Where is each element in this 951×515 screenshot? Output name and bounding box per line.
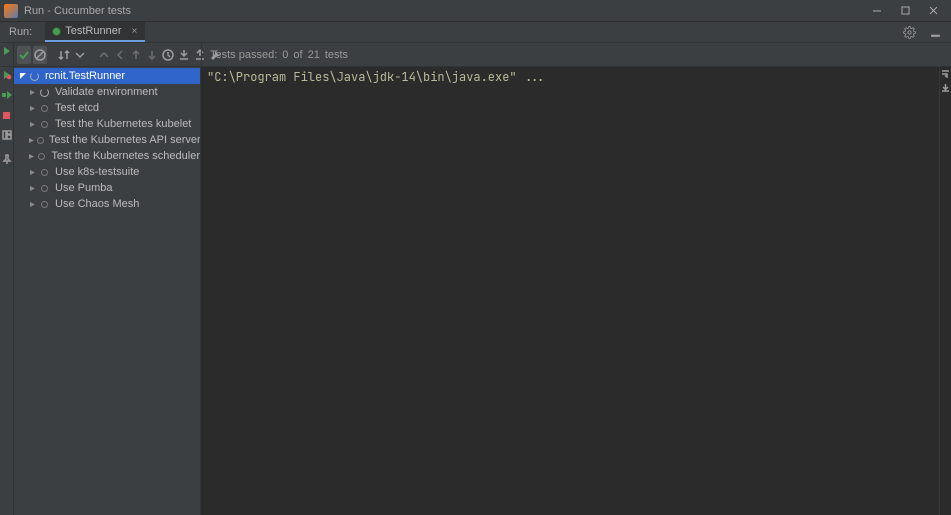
tree-item[interactable]: Use Chaos Mesh [14,196,200,212]
run-bar: Run: TestRunner × [0,22,951,43]
test-tree[interactable]: rcnit.TestRunner Validate environment Tes… [14,67,201,515]
collapse-all-button[interactable] [97,46,111,64]
layout-icon[interactable] [2,130,12,140]
expand-arrow-icon[interactable] [28,168,37,177]
pending-status-icon [39,103,50,114]
stop-icon[interactable] [2,110,12,120]
tree-item-label: Validate environment [55,86,158,98]
left-gutter [0,67,14,515]
rerun-icon[interactable] [2,46,12,56]
tests-suffix: tests [325,49,348,61]
tests-passed-prefix: Tests passed: [210,49,277,61]
expand-arrow-icon[interactable] [28,136,35,145]
rerun-failed-icon[interactable] [2,70,12,80]
pending-status-icon [39,167,50,178]
expand-arrow-icon[interactable] [28,120,37,129]
tree-root-label: rcnit.TestRunner [45,70,125,82]
pin-icon[interactable] [2,154,12,164]
tests-total: 21 [308,49,320,61]
tree-item-label: Use k8s-testsuite [55,166,139,178]
pending-status-icon [39,199,50,210]
tests-passed-count: 0 [282,49,288,61]
tree-root-row[interactable]: rcnit.TestRunner [14,68,200,84]
tree-item[interactable]: Test etcd [14,100,200,116]
pending-status-icon [37,135,44,146]
running-spinner-icon [29,71,40,82]
tab-label: TestRunner [65,25,121,37]
toggle-auto-test-icon[interactable] [2,90,12,100]
pending-status-icon [39,183,50,194]
hide-icon[interactable] [927,24,943,40]
console-header: Tests passed: 0 of 21 tests [201,43,951,66]
gear-icon[interactable] [901,24,917,40]
history-icon[interactable] [161,46,175,64]
expand-arrow-icon[interactable] [28,184,37,193]
tree-item[interactable]: Test the Kubernetes kubelet [14,116,200,132]
console-line: "C:\Program Files\Java\jdk-14\bin\java.e… [201,67,951,87]
tree-item-label: Use Chaos Mesh [55,198,139,210]
sort-button[interactable] [57,46,71,64]
close-button[interactable] [919,2,947,20]
pending-status-icon [39,119,50,130]
app-icon [4,4,18,18]
title-bar: Run - Cucumber tests [0,0,951,22]
toolbar-row: Tests passed: 0 of 21 tests [0,43,951,67]
tab-close-icon[interactable]: × [132,26,138,37]
tree-item-label: Test etcd [55,102,99,114]
show-ignored-button[interactable] [33,46,47,64]
up-button[interactable] [129,46,143,64]
pending-status-icon [37,151,46,162]
scrollbar-gutter [939,67,951,515]
main-area: rcnit.TestRunner Validate environment Tes… [0,67,951,515]
tree-item-label: Use Pumba [55,182,112,194]
tab-testrunner[interactable]: TestRunner × [45,22,145,42]
run-bar-right [901,24,947,40]
show-passed-button[interactable] [17,46,31,64]
down-button[interactable] [145,46,159,64]
tree-item[interactable]: Test the Kubernetes API server [14,132,200,148]
minimize-button[interactable] [863,2,891,20]
expand-all-button[interactable] [73,46,87,64]
expand-arrow-icon[interactable] [18,72,27,81]
expand-arrow-icon[interactable] [28,152,35,161]
tree-item-label: Test the Kubernetes scheduler [51,150,200,162]
window-controls [863,2,947,20]
tree-item[interactable]: Use Pumba [14,180,200,196]
expand-arrow-icon[interactable] [28,200,37,209]
tree-item[interactable]: Use k8s-testsuite [14,164,200,180]
run-label: Run: [4,23,37,41]
test-toolbar [14,43,201,66]
soft-wrap-icon[interactable] [941,69,950,78]
console-body[interactable]: "C:\Program Files\Java\jdk-14\bin\java.e… [201,67,951,515]
window-title: Run - Cucumber tests [24,5,863,17]
expand-arrow-icon[interactable] [28,104,37,113]
run-status-icon [53,28,60,35]
expand-arrow-icon[interactable] [28,88,37,97]
scroll-to-end-icon[interactable] [941,83,950,92]
tree-item-label: Test the Kubernetes kubelet [55,118,191,130]
right-controls [939,67,951,92]
tree-item-label: Test the Kubernetes API server [49,134,201,146]
tree-item[interactable]: Validate environment [14,84,200,100]
left-inline-gutter [0,43,14,66]
tree-item[interactable]: Test the Kubernetes scheduler [14,148,200,164]
maximize-button[interactable] [891,2,919,20]
tests-of: of [293,49,302,61]
prev-button[interactable] [113,46,127,64]
running-spinner-icon [39,87,50,98]
import-icon[interactable] [177,46,191,64]
